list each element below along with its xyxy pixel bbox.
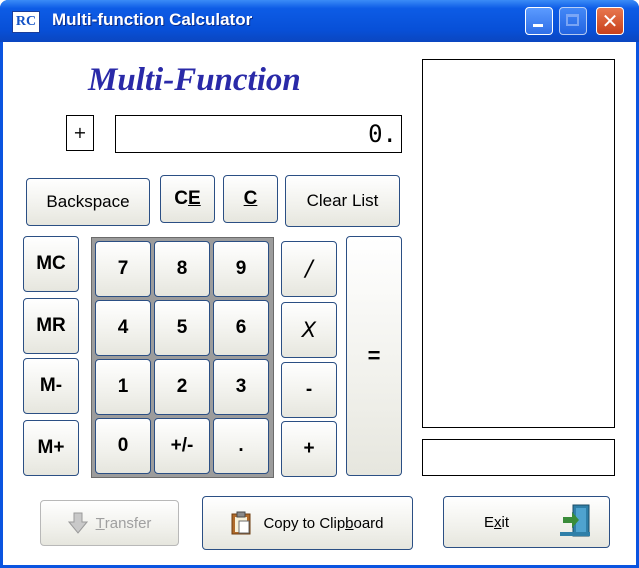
digit-2-label: 2 <box>176 376 188 397</box>
transfer-button: Transfer <box>40 500 179 546</box>
digit-6-button[interactable]: 6 <box>213 300 269 356</box>
memory-recall-label: MR <box>36 315 66 336</box>
clear-label: C <box>243 188 258 209</box>
digit-4-label: 4 <box>117 317 129 338</box>
clipboard-icon <box>231 511 253 535</box>
transfer-label-underlined: T <box>95 514 105 532</box>
clear-list-button[interactable]: Clear List <box>285 175 400 227</box>
digit-9-button[interactable]: 9 <box>213 241 269 297</box>
equals-label: = <box>367 343 381 368</box>
digit-0-button[interactable]: 0 <box>95 418 151 474</box>
add-label: + <box>303 438 315 459</box>
result-display: 0. <box>115 115 402 153</box>
digit-2-button[interactable]: 2 <box>154 359 210 415</box>
multiply-button[interactable]: X <box>281 302 337 358</box>
calculator-heading: Multi-Function <box>88 62 301 98</box>
plus-minus-button[interactable]: +/- <box>154 418 210 474</box>
clear-entry-button[interactable]: CE <box>160 175 215 223</box>
subtract-label: - <box>305 379 313 400</box>
down-arrow-icon <box>67 512 88 534</box>
memory-subtract-label: M- <box>39 375 63 396</box>
decimal-point-label: . <box>238 435 244 456</box>
clear-list-label: Clear List <box>306 191 379 210</box>
close-icon: ✕ <box>601 9 619 33</box>
digit-6-label: 6 <box>235 317 247 338</box>
sign-indicator: + <box>66 115 94 151</box>
copy-label-pre: Copy to Clip <box>263 514 346 532</box>
digit-7-button[interactable]: 7 <box>95 241 151 297</box>
minimize-button[interactable] <box>525 7 553 35</box>
multiply-label: X <box>301 318 317 342</box>
copy-to-clipboard-button[interactable]: Copy to Clip b oard <box>202 496 413 550</box>
memory-clear-label: MC <box>36 253 66 274</box>
exit-label-underlined: x <box>494 513 502 531</box>
memory-add-label: M+ <box>37 437 65 458</box>
exit-label-pre: E <box>484 513 495 531</box>
digit-1-button[interactable]: 1 <box>95 359 151 415</box>
clear-entry-label-c: C <box>174 188 189 209</box>
memory-add-button[interactable]: M+ <box>23 420 79 476</box>
digit-5-button[interactable]: 5 <box>154 300 210 356</box>
close-button[interactable]: ✕ <box>596 7 624 35</box>
plus-minus-label: +/- <box>170 435 194 456</box>
memory-clear-button[interactable]: MC <box>23 236 79 292</box>
equals-button[interactable]: = <box>346 236 402 476</box>
transfer-label: ransfer <box>104 514 152 532</box>
digit-5-label: 5 <box>176 317 188 338</box>
status-field <box>422 439 615 476</box>
exit-button[interactable]: Ex it <box>443 496 610 548</box>
decimal-point-button[interactable]: . <box>213 418 269 474</box>
divide-button[interactable]: / <box>281 241 337 297</box>
maximize-button <box>559 7 587 35</box>
clear-button[interactable]: C <box>223 175 278 223</box>
digit-1-label: 1 <box>117 376 129 397</box>
window-title: Multi-function Calculator <box>52 10 253 29</box>
digit-3-label: 3 <box>235 376 247 397</box>
subtract-button[interactable]: - <box>281 362 337 418</box>
memory-subtract-button[interactable]: M- <box>23 358 79 414</box>
digit-8-button[interactable]: 8 <box>154 241 210 297</box>
digit-3-button[interactable]: 3 <box>213 359 269 415</box>
exit-door-icon <box>559 504 591 537</box>
divide-label: / <box>305 256 313 282</box>
digit-9-label: 9 <box>235 258 247 279</box>
add-button[interactable]: + <box>281 421 337 477</box>
exit-label-post: it <box>501 513 510 531</box>
title-bar[interactable]: RC Multi-function Calculator ✕ <box>0 0 639 42</box>
history-list[interactable] <box>422 59 615 428</box>
digit-0-label: 0 <box>117 435 129 456</box>
digit-7-label: 7 <box>117 258 129 279</box>
digit-8-label: 8 <box>176 258 188 279</box>
copy-label-underlined: b <box>345 514 354 532</box>
memory-recall-button[interactable]: MR <box>23 298 79 354</box>
digit-4-button[interactable]: 4 <box>95 300 151 356</box>
copy-label-post: oard <box>353 514 384 532</box>
backspace-button[interactable]: Backspace <box>26 178 150 226</box>
clear-entry-label-e: E <box>188 188 201 209</box>
app-icon: RC <box>12 11 40 33</box>
backspace-label: Backspace <box>46 192 130 211</box>
